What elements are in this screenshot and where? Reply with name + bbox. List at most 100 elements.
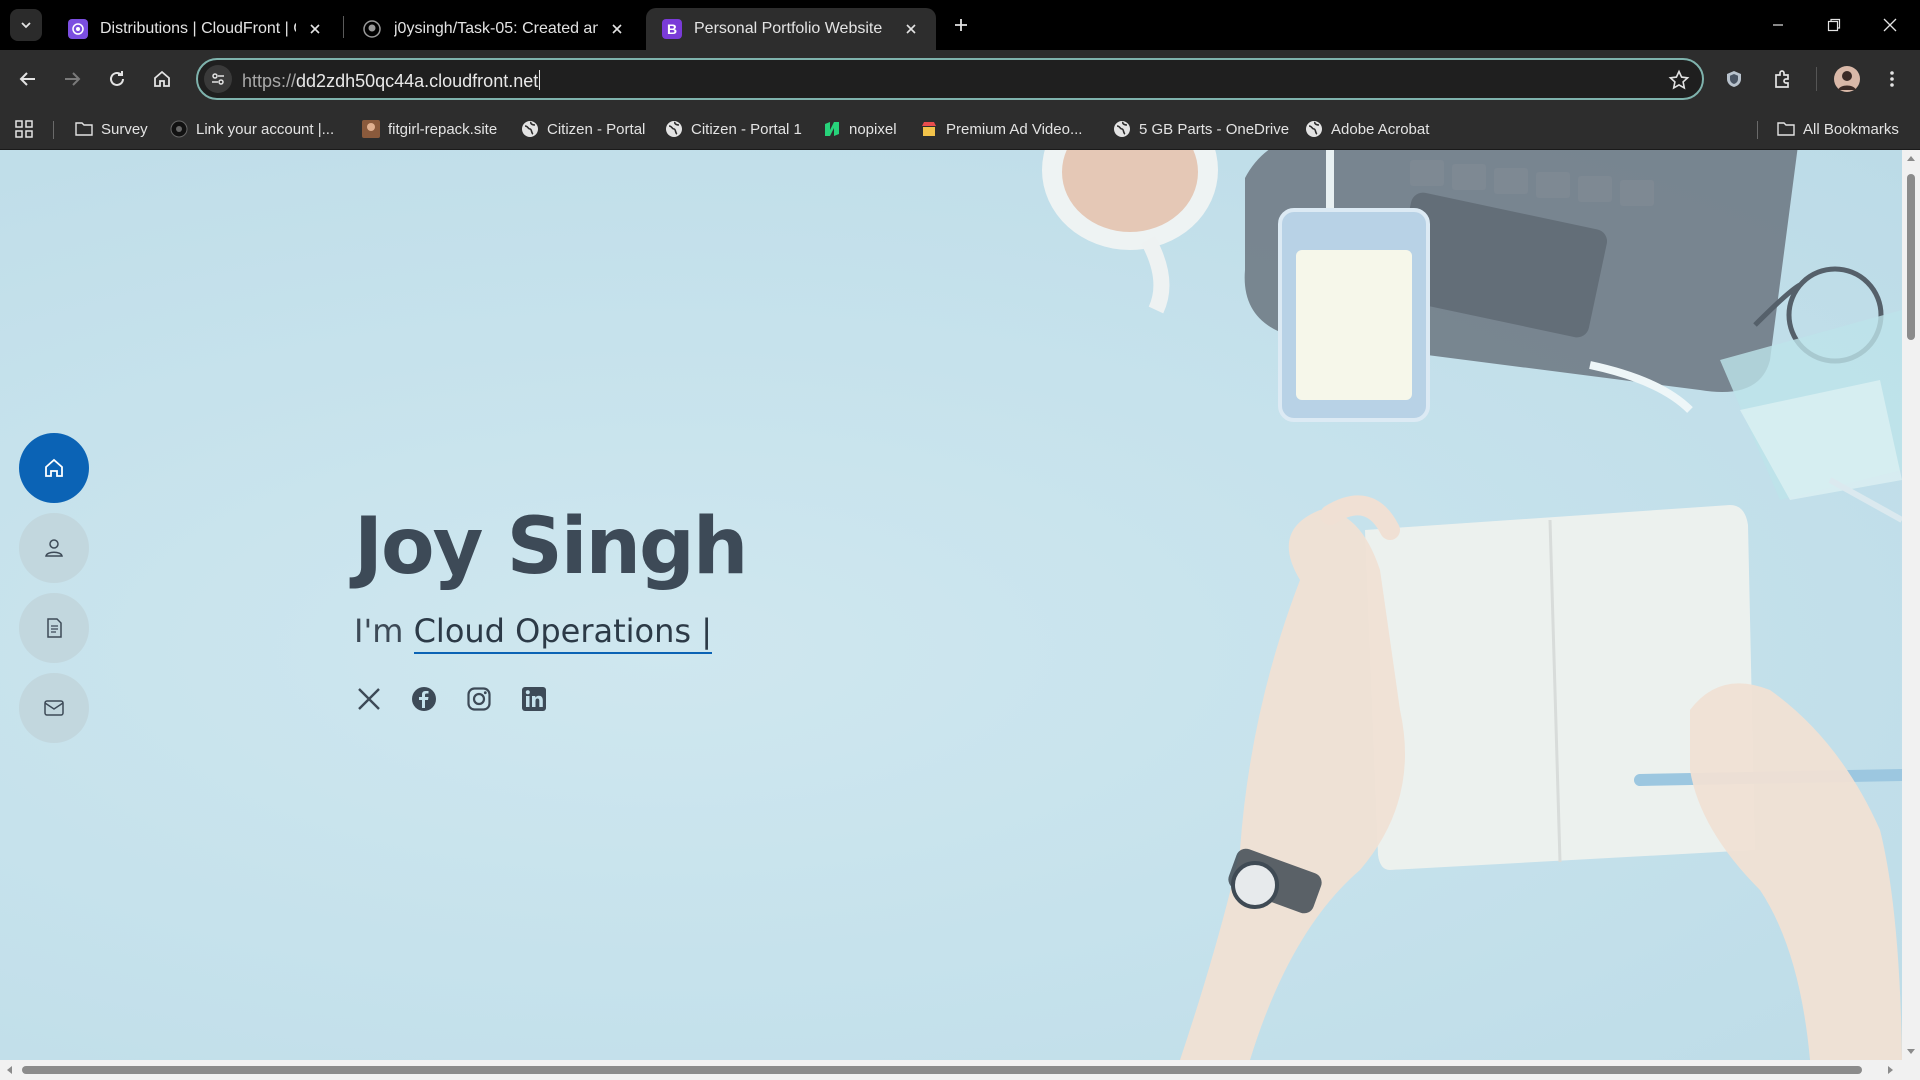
- bookmark-label: nopixel: [849, 120, 897, 138]
- tab-title: j0ysingh/Task-05: Created and configured: [394, 20, 598, 37]
- bookmark-adobe-acrobat[interactable]: Adobe Acrobat: [1305, 117, 1429, 141]
- bookmark-label: Citizen - Portal: [547, 120, 646, 138]
- store-icon: [920, 120, 938, 138]
- bootstrap-icon: B: [662, 19, 682, 39]
- home-icon: [154, 70, 170, 87]
- home-icon: [45, 458, 63, 477]
- person-icon: [45, 539, 63, 557]
- bookmark-label: 5 GB Parts - OneDrive: [1139, 120, 1290, 138]
- nav-resume-button[interactable]: [19, 593, 89, 663]
- shield-icon: [1727, 71, 1741, 87]
- browser-toolbar: https://dd2zdh50qc44a.cloudfront.net: [0, 50, 1920, 108]
- bookmark-label: Adobe Acrobat: [1331, 120, 1430, 138]
- bookmark-link-account[interactable]: Link your account |...: [170, 117, 334, 141]
- typed-role: Cloud Operations |: [413, 612, 713, 654]
- apps-button[interactable]: [14, 117, 34, 141]
- instagram-link[interactable]: [464, 684, 493, 713]
- hero-name: Joy Singh: [354, 502, 748, 592]
- facebook-link[interactable]: [409, 684, 438, 713]
- x-icon: [357, 687, 380, 710]
- star-icon: [1668, 69, 1690, 90]
- browser-menu-button[interactable]: [1876, 63, 1908, 95]
- url-text[interactable]: https://dd2zdh50qc44a.cloudfront.net: [242, 70, 541, 92]
- globe-dark-icon: [170, 120, 188, 138]
- folder-icon: [1777, 120, 1795, 138]
- extensions-button[interactable]: [1766, 63, 1798, 95]
- tune-icon: [212, 73, 224, 85]
- globe-icon: [665, 120, 683, 138]
- reload-button[interactable]: [101, 63, 133, 95]
- scroll-thumb[interactable]: [22, 1066, 1862, 1074]
- cloudfront-icon: [68, 19, 88, 39]
- tab-title: Distributions | CloudFront | Global: [100, 20, 296, 37]
- back-button[interactable]: [12, 63, 44, 95]
- horizontal-scrollbar[interactable]: [0, 1060, 1920, 1080]
- bookmark-label: Link your account |...: [196, 120, 335, 138]
- extension-shield-button[interactable]: [1718, 63, 1750, 95]
- bookmark-label: All Bookmarks: [1803, 120, 1899, 138]
- hero-section: Joy Singh I'm Cloud Operations |: [354, 502, 748, 713]
- bookmark-premium-ad-video[interactable]: Premium Ad Video...: [920, 117, 1082, 141]
- window-close-button[interactable]: [1862, 0, 1918, 50]
- tab-search-button[interactable]: [10, 9, 42, 41]
- more-vertical-icon: [1890, 71, 1894, 87]
- reload-icon: [110, 71, 124, 86]
- scroll-up-icon[interactable]: [1906, 154, 1916, 164]
- bookmark-divider: [53, 121, 54, 139]
- tab-cloudfront[interactable]: Distributions | CloudFront | Global: [52, 8, 340, 50]
- folder-icon: [75, 120, 93, 138]
- intro-prefix: I'm: [354, 612, 404, 650]
- tab-portfolio[interactable]: B Personal Portfolio Website: [646, 8, 936, 50]
- bookmark-fitgirl[interactable]: fitgirl-repack.site: [362, 117, 497, 141]
- globe-icon: [521, 120, 539, 138]
- site-info-button[interactable]: [204, 65, 232, 93]
- globe-icon: [1305, 120, 1323, 138]
- nav-contact-button[interactable]: [19, 673, 89, 743]
- bookmark-label: Premium Ad Video...: [946, 120, 1083, 138]
- restore-button[interactable]: [1806, 0, 1862, 50]
- toolbar-divider: [1816, 67, 1817, 91]
- bookmark-onedrive[interactable]: 5 GB Parts - OneDrive: [1113, 117, 1289, 141]
- scroll-left-icon[interactable]: [5, 1065, 15, 1075]
- tab-divider: [343, 16, 344, 38]
- chevron-down-icon: [21, 22, 31, 29]
- minimize-button[interactable]: [1750, 0, 1806, 50]
- nav-about-button[interactable]: [19, 513, 89, 583]
- bookmark-star-button[interactable]: [1668, 69, 1690, 91]
- tab-github[interactable]: j0ysingh/Task-05: Created and configured: [346, 8, 642, 50]
- facebook-icon: [411, 686, 436, 711]
- bookmark-survey[interactable]: Survey: [75, 117, 148, 141]
- bookmark-label: fitgirl-repack.site: [388, 120, 498, 138]
- close-icon[interactable]: [900, 18, 922, 40]
- nopixel-icon: [823, 120, 841, 138]
- envelope-icon: [44, 700, 64, 716]
- nav-home-button[interactable]: [19, 433, 89, 503]
- vertical-scrollbar[interactable]: [1902, 150, 1920, 1060]
- arrow-left-icon: [19, 72, 35, 86]
- avatar: [1834, 66, 1860, 92]
- forward-button[interactable]: [56, 63, 88, 95]
- profile-avatar[interactable]: [1831, 63, 1863, 95]
- close-icon[interactable]: [304, 18, 326, 40]
- arrow-right-icon: [65, 72, 81, 86]
- home-button[interactable]: [146, 63, 178, 95]
- url-scheme: https://: [242, 71, 297, 91]
- scroll-down-icon[interactable]: [1906, 1046, 1916, 1056]
- hero-tagline: I'm Cloud Operations |: [354, 612, 746, 654]
- all-bookmarks-button[interactable]: All Bookmarks: [1777, 117, 1899, 141]
- new-tab-button[interactable]: [946, 10, 976, 40]
- bookmark-citizen-portal[interactable]: Citizen - Portal: [521, 117, 645, 141]
- scroll-right-icon[interactable]: [1885, 1065, 1895, 1075]
- bookmarks-bar: Survey Link your account |... fitgirl-re…: [0, 108, 1920, 150]
- plus-icon: [955, 19, 967, 31]
- resume-icon: [47, 618, 62, 638]
- scroll-thumb[interactable]: [1907, 174, 1915, 340]
- address-bar[interactable]: https://dd2zdh50qc44a.cloudfront.net: [196, 58, 1704, 100]
- x-link[interactable]: [354, 684, 383, 713]
- linkedin-link[interactable]: [519, 684, 548, 713]
- desk-background-illustration: [1042, 150, 1902, 1060]
- bookmark-citizen-portal-1[interactable]: Citizen - Portal 1: [665, 117, 802, 141]
- bookmark-nopixel[interactable]: nopixel: [823, 117, 897, 141]
- close-icon[interactable]: [606, 18, 628, 40]
- bookmark-label: Survey: [101, 120, 148, 138]
